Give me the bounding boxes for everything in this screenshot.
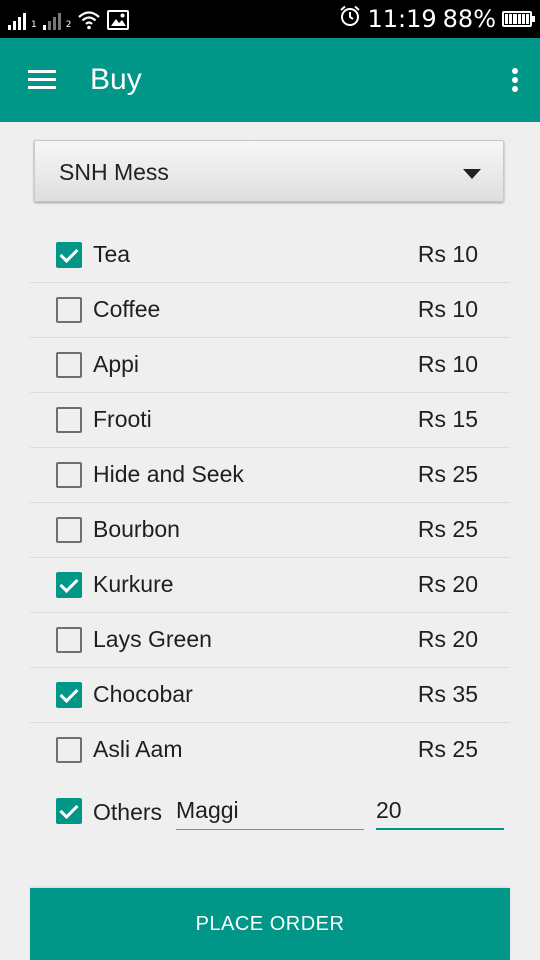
check-icon [59,683,79,704]
item-name: Bourbon [93,516,180,542]
signal-icon [42,10,61,30]
check-icon [59,243,79,264]
item-price: Rs 35 [417,681,478,707]
check-icon [59,799,79,820]
sim2-label: 2 [65,20,72,30]
wifi-icon [77,10,101,30]
item-name: Hide and Seek [93,461,244,487]
sim1-label: 1 [31,20,37,30]
item-row[interactable]: Kurkure Rs 20 [30,558,510,613]
mess-selector-value: SNH Mess [59,159,169,185]
item-checkbox[interactable] [56,462,82,488]
item-checkbox[interactable] [56,297,82,323]
battery-icon [502,11,535,27]
item-price: Rs 25 [417,516,478,542]
status-bar-left: 1 2 [8,8,130,30]
others-item-input[interactable] [176,796,364,830]
check-icon [59,573,79,594]
item-name: Asli Aam [93,736,183,762]
item-price: Rs 25 [417,736,478,762]
item-row[interactable]: Frooti Rs 15 [30,393,510,448]
item-list: Tea Rs 10 Coffee Rs 10 Appi Rs 10 Frooti… [30,228,510,778]
others-price-input[interactable] [376,796,504,830]
item-row[interactable]: Bourbon Rs 25 [30,503,510,558]
item-row[interactable]: Tea Rs 10 [30,228,510,283]
item-price: Rs 20 [417,571,478,597]
others-checkbox[interactable] [56,798,82,824]
item-checkbox[interactable] [56,352,82,378]
mess-selector-dropdown[interactable]: SNH Mess [34,140,504,202]
item-row[interactable]: Coffee Rs 10 [30,283,510,338]
item-row[interactable]: Appi Rs 10 [30,338,510,393]
battery-percent: 88% [442,5,496,33]
clock-time: 11:19 [367,5,437,33]
item-name: Kurkure [93,571,174,597]
item-price: Rs 25 [417,461,478,487]
item-name: Coffee [93,296,161,322]
item-row[interactable]: Lays Green Rs 20 [30,613,510,668]
screen: 1 2 11:19 88% Buy SNH Mess Tea Rs 10 Cof… [0,0,540,960]
item-checkbox[interactable] [56,572,82,598]
item-name: Chocobar [93,681,193,707]
page-title: Buy [90,63,142,96]
item-name: Appi [93,351,140,377]
item-price: Rs 20 [417,626,478,652]
item-checkbox[interactable] [56,682,82,708]
item-checkbox[interactable] [56,407,82,433]
dropdown-arrow-icon [463,169,481,179]
others-label: Others [93,799,163,825]
item-checkbox[interactable] [56,627,82,653]
place-order-button[interactable]: PLACE ORDER [30,888,510,960]
item-price: Rs 10 [417,351,478,377]
signal-icon [8,10,26,30]
item-price: Rs 15 [417,406,478,432]
item-name: Tea [93,241,131,267]
image-icon [107,10,130,30]
status-bar: 1 2 11:19 88% [0,0,540,38]
item-checkbox[interactable] [56,242,82,268]
item-checkbox[interactable] [56,737,82,763]
item-name: Lays Green [93,626,212,652]
item-row[interactable]: Hide and Seek Rs 25 [30,448,510,503]
item-row[interactable]: Asli Aam Rs 25 [30,723,510,778]
status-bar-right: 11:19 88% [339,5,535,33]
item-price: Rs 10 [417,241,478,267]
others-row: Others [30,780,510,840]
more-vert-icon[interactable] [502,64,526,96]
alarm-icon [339,5,361,33]
item-name: Frooti [93,406,152,432]
item-row[interactable]: Chocobar Rs 35 [30,668,510,723]
hamburger-menu-icon[interactable] [22,64,62,96]
app-bar: Buy [0,38,540,122]
item-price: Rs 10 [417,296,478,322]
item-checkbox[interactable] [56,517,82,543]
